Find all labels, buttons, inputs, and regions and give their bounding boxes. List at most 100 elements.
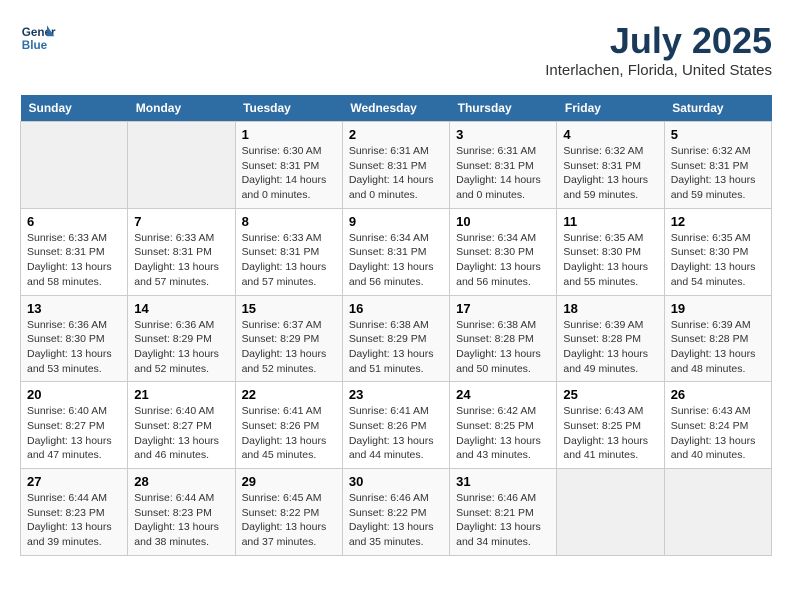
calendar-cell: 27Sunrise: 6:44 AMSunset: 8:23 PMDayligh… [21,469,128,556]
weekday-header-friday: Friday [557,95,664,122]
calendar-cell: 26 Sunrise: 6:43 AMSunset: 8:24 PMDayligh… [664,382,771,469]
day-info: Sunrise: 6:34 AMSunset: 8:30 PMDaylight:… [456,231,550,290]
day-info: Sunrise: 6:44 AMSunset: 8:23 PMDaylight:… [27,491,121,550]
day-number: 17 [456,301,550,316]
calendar-week-3: 13Sunrise: 6:36 AMSunset: 8:30 PMDayligh… [21,295,772,382]
day-info: Sunrise: 6:37 AMSunset: 8:29 PMDaylight:… [242,318,336,377]
calendar-cell: 6 Sunrise: 6:33 AMSunset: 8:31 PMDaylight… [21,208,128,295]
calendar-cell: 13Sunrise: 6:36 AMSunset: 8:30 PMDayligh… [21,295,128,382]
day-info: Sunrise: 6:32 AMSunset: 8:31 PMDaylight:… [563,144,657,203]
day-info: Sunrise: 6:38 AMSunset: 8:29 PMDaylight:… [349,318,443,377]
day-info: Sunrise: 6:34 AMSunset: 8:31 PMDaylight:… [349,231,443,290]
day-info: Sunrise: 6:31 AMSunset: 8:31 PMDaylight:… [456,144,550,203]
day-info: Sunrise: 6:33 AMSunset: 8:31 PMDaylight:… [242,231,336,290]
day-info: Sunrise: 6:38 AMSunset: 8:28 PMDaylight:… [456,318,550,377]
day-number: 14 [134,301,228,316]
calendar-cell: 25 Sunrise: 6:43 AMSunset: 8:25 PMDayligh… [557,382,664,469]
day-number: 19 [671,301,765,316]
day-number: 24 [456,387,550,402]
calendar-cell: 15 Sunrise: 6:37 AMSunset: 8:29 PMDayligh… [235,295,342,382]
day-number: 1 [242,127,336,142]
day-info: Sunrise: 6:32 AMSunset: 8:31 PMDaylight:… [671,144,765,203]
day-number: 9 [349,214,443,229]
calendar-cell: 22 Sunrise: 6:41 AMSunset: 8:26 PMDayligh… [235,382,342,469]
day-info: Sunrise: 6:31 AMSunset: 8:31 PMDaylight:… [349,144,443,203]
calendar-cell [664,469,771,556]
month-title: July 2025 [545,20,772,62]
day-number: 11 [563,214,657,229]
day-number: 25 [563,387,657,402]
day-number: 26 [671,387,765,402]
calendar-cell: 10 Sunrise: 6:34 AMSunset: 8:30 PMDayligh… [450,208,557,295]
day-number: 3 [456,127,550,142]
day-number: 13 [27,301,121,316]
calendar-cell: 7 Sunrise: 6:33 AMSunset: 8:31 PMDaylight… [128,208,235,295]
day-number: 12 [671,214,765,229]
day-info: Sunrise: 6:40 AMSunset: 8:27 PMDaylight:… [134,404,228,463]
calendar-cell: 3 Sunrise: 6:31 AMSunset: 8:31 PMDaylight… [450,122,557,209]
day-info: Sunrise: 6:41 AMSunset: 8:26 PMDaylight:… [349,404,443,463]
day-number: 31 [456,474,550,489]
calendar-cell: 11Sunrise: 6:35 AMSunset: 8:30 PMDayligh… [557,208,664,295]
logo-icon: GeneralBlue [20,20,56,56]
day-number: 28 [134,474,228,489]
weekday-header-sunday: Sunday [21,95,128,122]
day-number: 6 [27,214,121,229]
calendar-cell [557,469,664,556]
weekday-header-wednesday: Wednesday [342,95,449,122]
day-number: 7 [134,214,228,229]
calendar-cell: 28Sunrise: 6:44 AMSunset: 8:23 PMDayligh… [128,469,235,556]
calendar-cell: 16 Sunrise: 6:38 AMSunset: 8:29 PMDayligh… [342,295,449,382]
calendar-cell: 19 Sunrise: 6:39 AMSunset: 8:28 PMDayligh… [664,295,771,382]
calendar-cell: 14Sunrise: 6:36 AMSunset: 8:29 PMDayligh… [128,295,235,382]
calendar-table: SundayMondayTuesdayWednesdayThursdayFrid… [20,95,772,556]
day-number: 5 [671,127,765,142]
calendar-cell: 1Sunrise: 6:30 AMSunset: 8:31 PMDaylight… [235,122,342,209]
day-number: 29 [242,474,336,489]
day-number: 8 [242,214,336,229]
calendar-cell [128,122,235,209]
day-info: Sunrise: 6:33 AMSunset: 8:31 PMDaylight:… [27,231,121,290]
day-number: 18 [563,301,657,316]
day-number: 16 [349,301,443,316]
calendar-cell [21,122,128,209]
calendar-cell: 12 Sunrise: 6:35 AMSunset: 8:30 PMDayligh… [664,208,771,295]
day-info: Sunrise: 6:46 AMSunset: 8:21 PMDaylight:… [456,491,550,550]
day-number: 10 [456,214,550,229]
svg-text:Blue: Blue [22,39,48,52]
weekday-header-thursday: Thursday [450,95,557,122]
day-number: 4 [563,127,657,142]
calendar-cell: 18 Sunrise: 6:39 AMSunset: 8:28 PMDayligh… [557,295,664,382]
calendar-cell: 4 Sunrise: 6:32 AMSunset: 8:31 PMDaylight… [557,122,664,209]
calendar-week-1: 1Sunrise: 6:30 AMSunset: 8:31 PMDaylight… [21,122,772,209]
day-number: 22 [242,387,336,402]
day-info: Sunrise: 6:42 AMSunset: 8:25 PMDaylight:… [456,404,550,463]
day-info: Sunrise: 6:39 AMSunset: 8:28 PMDaylight:… [563,318,657,377]
day-info: Sunrise: 6:43 AMSunset: 8:25 PMDaylight:… [563,404,657,463]
day-info: Sunrise: 6:33 AMSunset: 8:31 PMDaylight:… [134,231,228,290]
day-info: Sunrise: 6:35 AMSunset: 8:30 PMDaylight:… [671,231,765,290]
day-number: 20 [27,387,121,402]
calendar-cell: 24 Sunrise: 6:42 AMSunset: 8:25 PMDayligh… [450,382,557,469]
calendar-cell: 2 Sunrise: 6:31 AMSunset: 8:31 PMDaylight… [342,122,449,209]
calendar-cell: 20Sunrise: 6:40 AMSunset: 8:27 PMDayligh… [21,382,128,469]
day-number: 30 [349,474,443,489]
logo: GeneralBlue [20,20,60,56]
weekday-header-row: SundayMondayTuesdayWednesdayThursdayFrid… [21,95,772,122]
calendar-cell: 23 Sunrise: 6:41 AMSunset: 8:26 PMDayligh… [342,382,449,469]
calendar-cell: 29 Sunrise: 6:45 AMSunset: 8:22 PMDayligh… [235,469,342,556]
day-info: Sunrise: 6:39 AMSunset: 8:28 PMDaylight:… [671,318,765,377]
calendar-cell: 8 Sunrise: 6:33 AMSunset: 8:31 PMDaylight… [235,208,342,295]
day-number: 2 [349,127,443,142]
calendar-cell: 5 Sunrise: 6:32 AMSunset: 8:31 PMDaylight… [664,122,771,209]
day-number: 23 [349,387,443,402]
weekday-header-tuesday: Tuesday [235,95,342,122]
day-number: 15 [242,301,336,316]
day-info: Sunrise: 6:43 AMSunset: 8:24 PMDaylight:… [671,404,765,463]
day-info: Sunrise: 6:45 AMSunset: 8:22 PMDaylight:… [242,491,336,550]
calendar-week-2: 6 Sunrise: 6:33 AMSunset: 8:31 PMDaylight… [21,208,772,295]
calendar-cell: 31 Sunrise: 6:46 AMSunset: 8:21 PMDayligh… [450,469,557,556]
day-info: Sunrise: 6:41 AMSunset: 8:26 PMDaylight:… [242,404,336,463]
calendar-week-5: 27Sunrise: 6:44 AMSunset: 8:23 PMDayligh… [21,469,772,556]
calendar-cell: 9 Sunrise: 6:34 AMSunset: 8:31 PMDaylight… [342,208,449,295]
